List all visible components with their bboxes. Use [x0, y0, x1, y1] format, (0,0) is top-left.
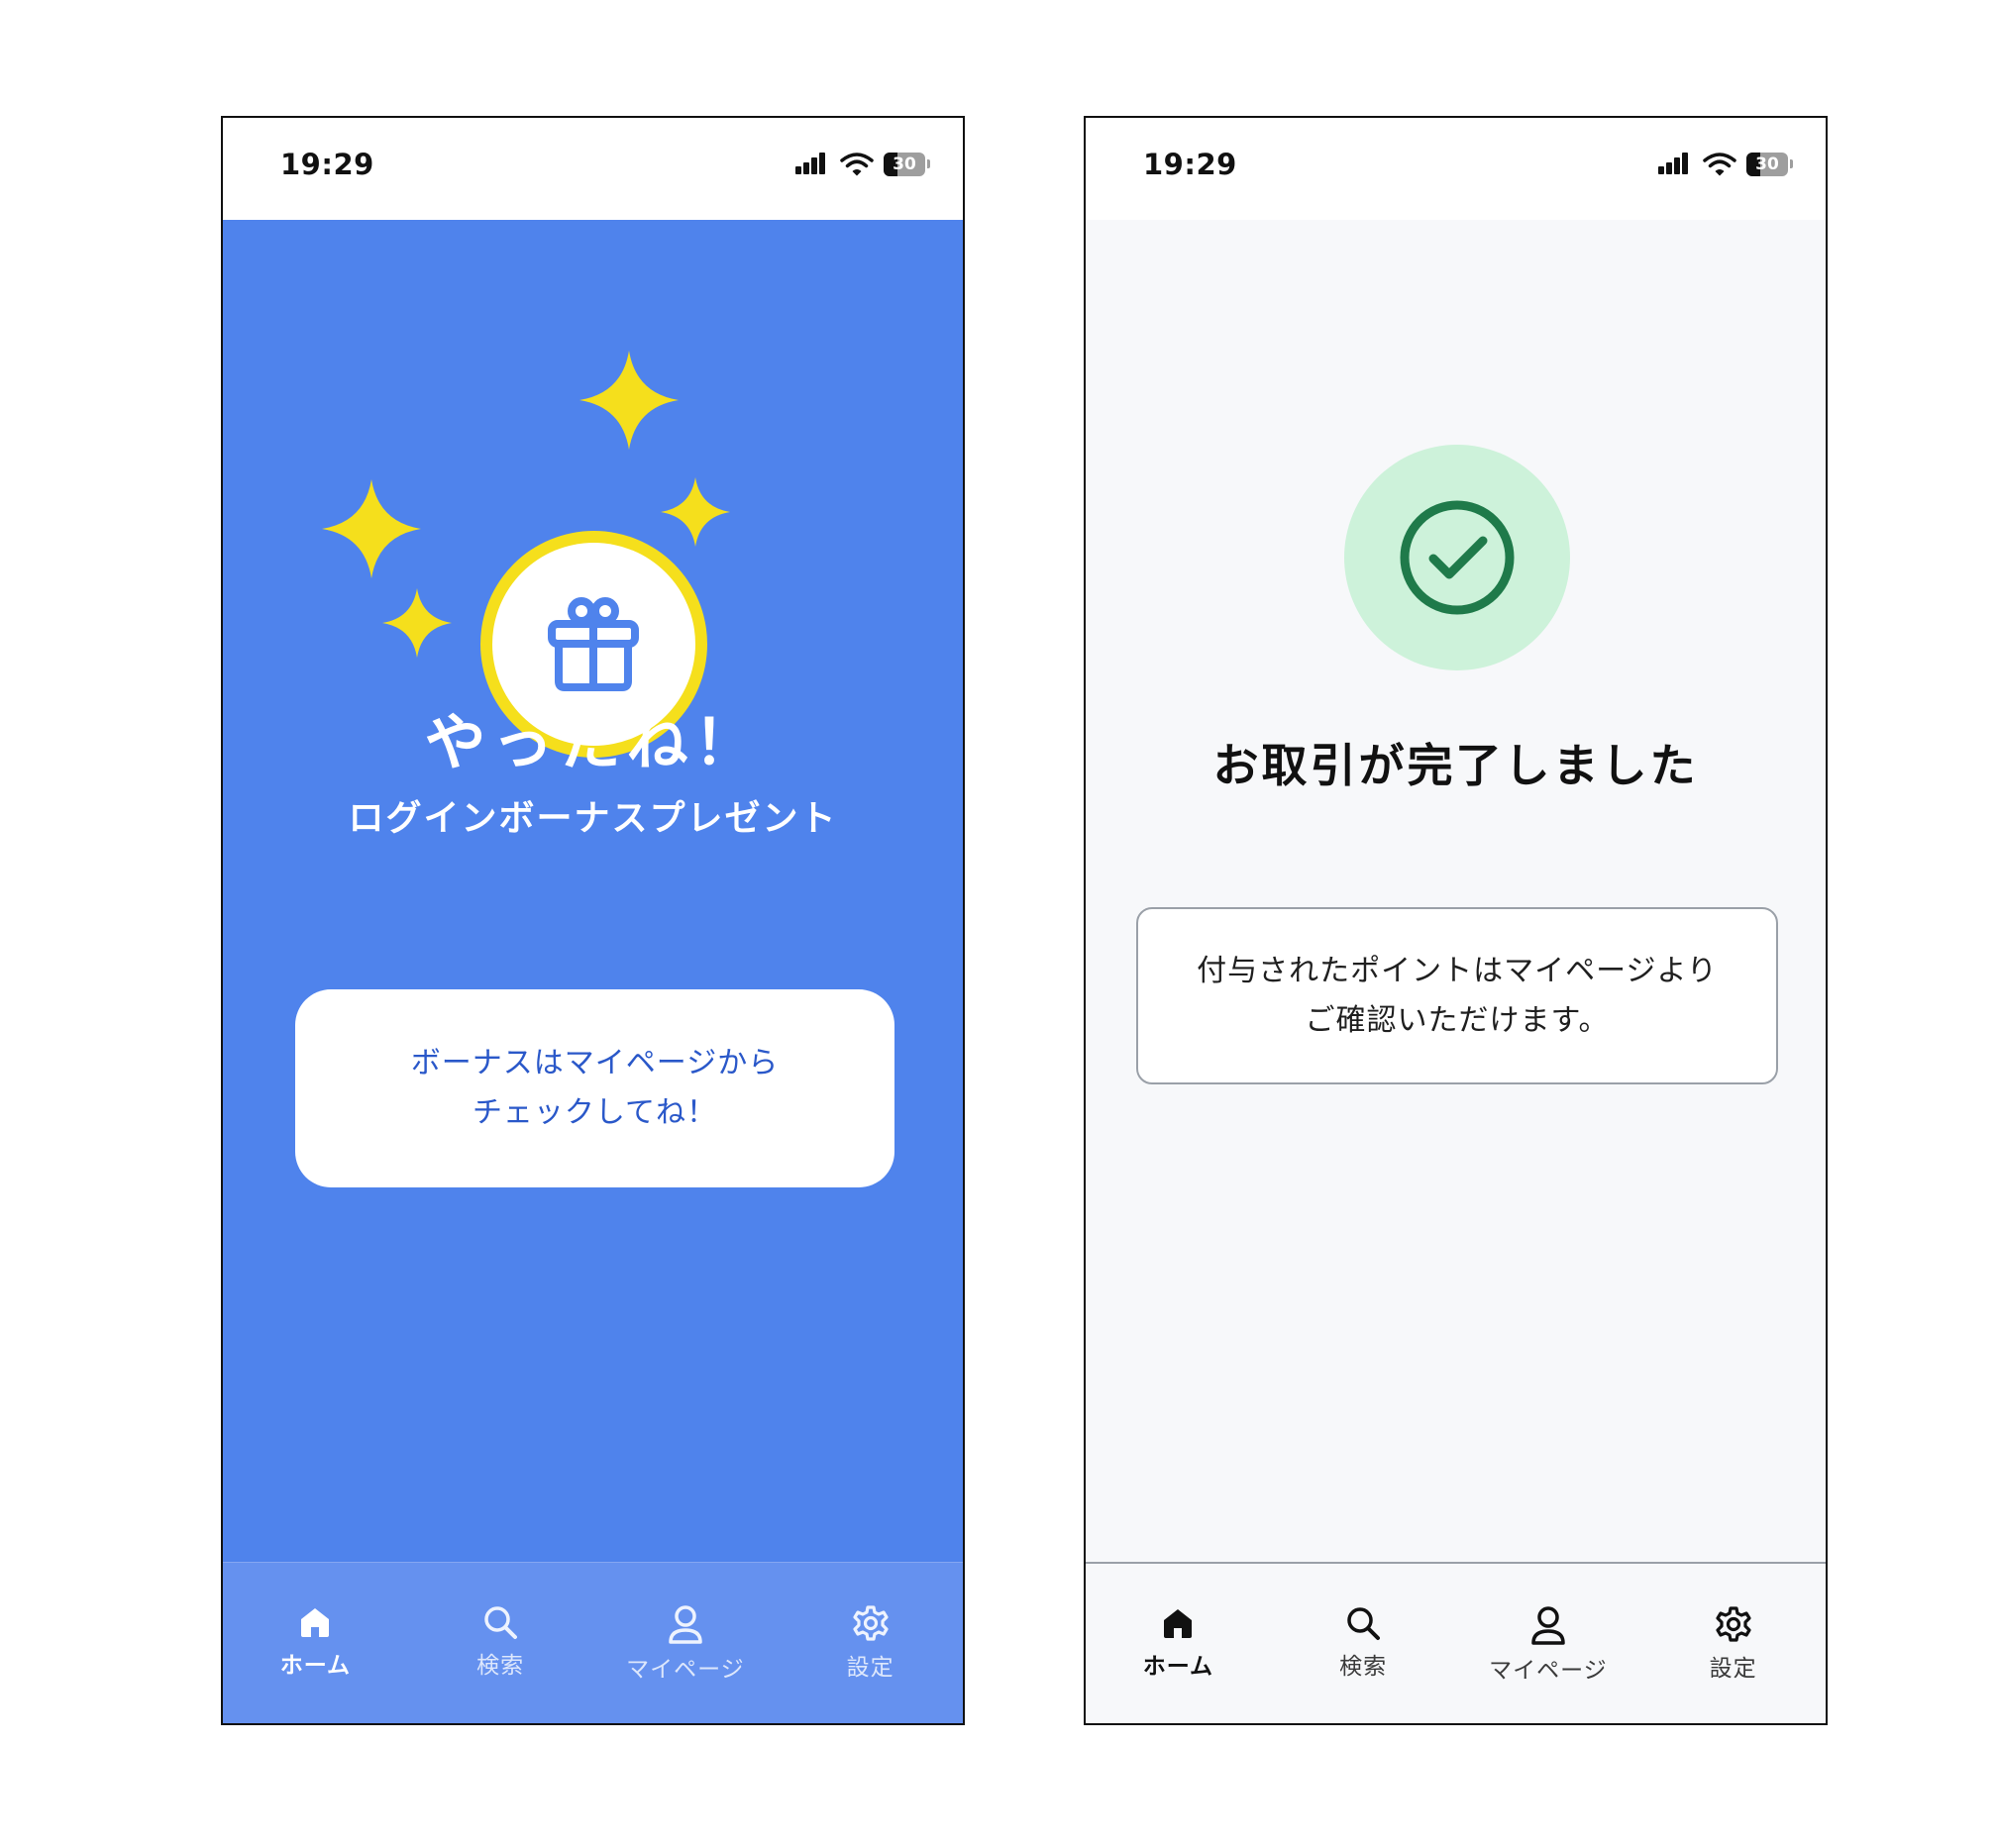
home-icon [1164, 1609, 1193, 1638]
gear-icon [1716, 1606, 1751, 1642]
tab-mypage[interactable]: マイページ [593, 1563, 779, 1723]
status-time: 19:29 [1143, 148, 1237, 181]
tab-bar: ホーム 検索 マイページ 設定 [223, 1562, 963, 1723]
status-time: 19:29 [280, 148, 374, 181]
celebration-graphic [322, 351, 827, 758]
tab-search[interactable]: 検索 [1271, 1564, 1456, 1723]
search-icon [1347, 1607, 1381, 1640]
battery-level: 30 [1755, 154, 1779, 174]
tab-label: 検索 [476, 1653, 525, 1679]
signal-icon [795, 153, 825, 174]
tab-bar: ホーム 検索 マイページ 設定 [1086, 1562, 1826, 1723]
sparkle-icon [382, 588, 452, 658]
status-bar: 19:29 30 [223, 118, 963, 220]
gear-icon [853, 1605, 889, 1641]
sparkle-icon [661, 477, 730, 547]
user-icon [669, 1605, 702, 1644]
search-icon [484, 1606, 518, 1639]
gift-icon [548, 597, 639, 691]
tab-settings[interactable]: 設定 [778, 1563, 963, 1723]
battery-level: 30 [893, 154, 916, 174]
signal-icon [1658, 153, 1688, 174]
info-message-line: 付与されたポイントはマイページより [1197, 953, 1718, 988]
transaction-complete-screen: 19:29 30 お取引が完了しました 付与されたポイントはマイページより ご確… [1084, 116, 1828, 1725]
hero-subtitle: ログインボーナスプレゼント [348, 798, 838, 839]
sparkle-icon [579, 351, 679, 450]
success-badge [1344, 445, 1570, 670]
sparkle-icon [322, 479, 421, 578]
tab-label: 設定 [1709, 1656, 1757, 1682]
tab-home[interactable]: ホーム [1086, 1564, 1271, 1723]
wifi-icon [1703, 153, 1736, 176]
home-icon [301, 1608, 330, 1637]
battery-icon: 30 [1746, 153, 1788, 176]
tab-settings[interactable]: 設定 [1640, 1564, 1826, 1723]
login-bonus-screen: 19:29 30 やったね！ ログインボーナスプレゼント ボーナスはマイページか… [221, 116, 965, 1725]
status-icons: 30 [1657, 152, 1796, 177]
tab-label: ホーム [1142, 1654, 1214, 1680]
done-title: お取引が完了しました [1212, 739, 1699, 792]
tab-search[interactable]: 検索 [408, 1563, 593, 1723]
hero-title: やったね！ [424, 706, 762, 778]
battery-icon: 30 [884, 153, 925, 176]
tab-home[interactable]: ホーム [223, 1563, 408, 1723]
user-icon [1531, 1606, 1565, 1645]
tab-label: ホーム [279, 1653, 352, 1679]
tab-label: 設定 [846, 1655, 894, 1681]
points-info-card: 付与されたポイントはマイページより ご確認いただけます。 [1136, 907, 1778, 1084]
bonus-message-line: チェックしてね！ [472, 1095, 718, 1130]
status-icons: 30 [794, 152, 933, 177]
status-bar: 19:29 30 [1086, 118, 1826, 220]
bonus-message-card[interactable]: ボーナスはマイページから チェックしてね！ [295, 989, 894, 1187]
info-message-line: ご確認いただけます。 [1305, 1002, 1610, 1038]
check-circle-icon [1400, 500, 1515, 615]
wifi-icon [840, 153, 874, 176]
tab-label: 検索 [1339, 1654, 1388, 1680]
tab-label: マイページ [626, 1657, 745, 1683]
tab-mypage[interactable]: マイページ [1456, 1564, 1641, 1723]
tab-label: マイページ [1489, 1658, 1608, 1684]
bonus-message-line: ボーナスはマイページから [410, 1046, 780, 1080]
